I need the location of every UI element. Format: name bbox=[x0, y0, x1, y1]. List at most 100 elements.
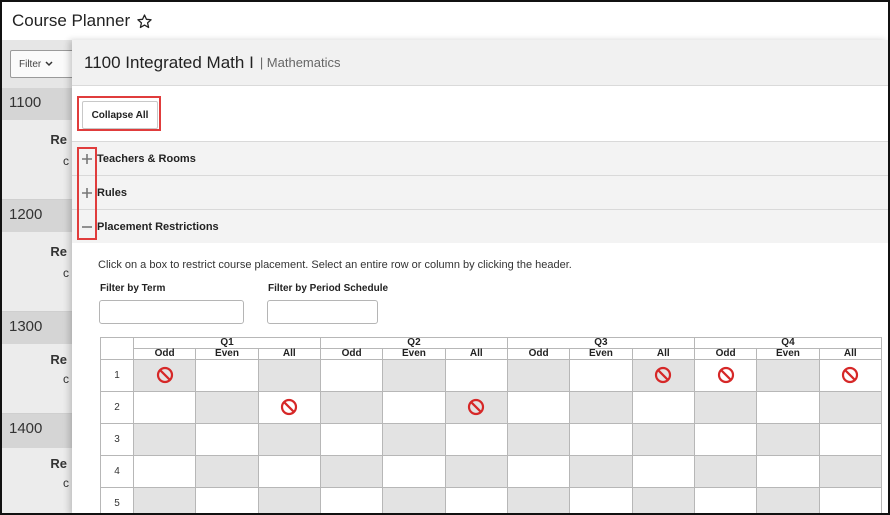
column-header[interactable]: Even bbox=[569, 348, 633, 360]
placement-cell[interactable] bbox=[756, 391, 820, 424]
placement-cell[interactable] bbox=[195, 391, 259, 424]
placement-cell[interactable] bbox=[444, 455, 508, 488]
placement-cell[interactable] bbox=[319, 359, 384, 392]
placement-cell[interactable] bbox=[756, 423, 820, 456]
placement-cell[interactable] bbox=[257, 359, 321, 392]
placement-cell[interactable] bbox=[195, 423, 259, 456]
column-header[interactable]: Odd bbox=[693, 348, 758, 360]
placement-cell[interactable] bbox=[693, 391, 758, 424]
column-header[interactable]: Even bbox=[756, 348, 820, 360]
placement-cell[interactable] bbox=[132, 455, 197, 488]
column-header[interactable]: All bbox=[631, 348, 695, 360]
grid-row: 2 bbox=[100, 391, 883, 424]
course-filter-dropdown[interactable]: Filter bbox=[10, 50, 72, 78]
term-header[interactable]: Q3 bbox=[506, 337, 695, 349]
placement-cell[interactable] bbox=[319, 455, 384, 488]
placement-cell[interactable] bbox=[132, 423, 197, 456]
placement-cell[interactable] bbox=[818, 359, 883, 392]
placement-cell[interactable] bbox=[444, 487, 508, 513]
placement-cell[interactable] bbox=[756, 359, 820, 392]
placement-cell[interactable] bbox=[382, 423, 446, 456]
placement-cell[interactable] bbox=[631, 455, 695, 488]
section-teachers-rooms[interactable]: Teachers & Rooms bbox=[72, 141, 888, 175]
app-header: Course Planner bbox=[2, 2, 888, 40]
column-header[interactable]: Even bbox=[382, 348, 446, 360]
column-header[interactable]: Odd bbox=[506, 348, 571, 360]
term-header[interactable]: Q2 bbox=[319, 337, 508, 349]
row-header[interactable]: 5 bbox=[100, 487, 134, 513]
row-header[interactable]: 2 bbox=[100, 391, 134, 424]
course-list-item[interactable]: 1200 bbox=[2, 200, 72, 232]
grid-body: 12345 bbox=[100, 359, 883, 513]
placement-cell[interactable] bbox=[506, 487, 571, 513]
placement-cell[interactable] bbox=[506, 455, 571, 488]
placement-cell[interactable] bbox=[631, 359, 695, 392]
placement-cell[interactable] bbox=[506, 423, 571, 456]
star-icon[interactable] bbox=[136, 13, 153, 30]
section-placement-restrictions[interactable]: Placement Restrictions bbox=[72, 209, 888, 243]
placement-cell[interactable] bbox=[569, 455, 633, 488]
placement-cell[interactable] bbox=[319, 487, 384, 513]
placement-cell[interactable] bbox=[382, 455, 446, 488]
column-header[interactable]: Even bbox=[195, 348, 259, 360]
placement-cell[interactable] bbox=[631, 391, 695, 424]
section-rules[interactable]: Rules bbox=[72, 175, 888, 209]
term-header[interactable]: Q1 bbox=[133, 337, 321, 349]
placement-cell[interactable] bbox=[132, 359, 197, 392]
column-header[interactable]: All bbox=[444, 348, 508, 360]
course-list-panel: Filter 1100 Re c 1200 Re c 1300 Re c 140… bbox=[2, 40, 72, 513]
placement-cell[interactable] bbox=[444, 391, 508, 424]
placement-cell[interactable] bbox=[195, 487, 259, 513]
placement-cell[interactable] bbox=[257, 487, 321, 513]
filter-term-input[interactable] bbox=[99, 300, 244, 324]
placement-cell[interactable] bbox=[257, 423, 321, 456]
placement-cell[interactable] bbox=[693, 423, 758, 456]
placement-cell[interactable] bbox=[818, 487, 883, 513]
placement-grid: Q1 Q2 Q3 Q4 Odd Even All Odd Even All Od… bbox=[100, 337, 883, 513]
placement-cell[interactable] bbox=[569, 487, 633, 513]
placement-cell[interactable] bbox=[631, 487, 695, 513]
placement-cell[interactable] bbox=[257, 455, 321, 488]
column-header[interactable]: Odd bbox=[132, 348, 197, 360]
placement-cell[interactable] bbox=[506, 359, 571, 392]
row-header[interactable]: 3 bbox=[100, 423, 134, 456]
placement-cell[interactable] bbox=[818, 423, 883, 456]
app-title: Course Planner bbox=[12, 11, 131, 30]
placement-cell[interactable] bbox=[756, 487, 820, 513]
placement-cell[interactable] bbox=[506, 391, 571, 424]
placement-cell[interactable] bbox=[818, 455, 883, 488]
placement-cell[interactable] bbox=[693, 487, 758, 513]
course-header: 1100 Integrated Math I | Mathematics bbox=[72, 40, 888, 86]
row-header[interactable]: 4 bbox=[100, 455, 134, 488]
placement-cell[interactable] bbox=[569, 423, 633, 456]
term-header[interactable]: Q4 bbox=[693, 337, 883, 349]
placement-cell[interactable] bbox=[382, 359, 446, 392]
placement-cell[interactable] bbox=[382, 391, 446, 424]
placement-cell[interactable] bbox=[319, 391, 384, 424]
placement-cell[interactable] bbox=[444, 359, 508, 392]
row-header[interactable]: 1 bbox=[100, 359, 134, 392]
placement-cell[interactable] bbox=[319, 423, 384, 456]
placement-cell[interactable] bbox=[195, 455, 259, 488]
placement-cell[interactable] bbox=[693, 359, 758, 392]
course-list-item[interactable]: 1300 bbox=[2, 312, 72, 344]
placement-cell[interactable] bbox=[195, 359, 259, 392]
placement-cell[interactable] bbox=[132, 487, 197, 513]
grid-row: 3 bbox=[100, 423, 883, 456]
placement-cell[interactable] bbox=[382, 487, 446, 513]
column-header[interactable]: All bbox=[818, 348, 883, 360]
column-header[interactable]: All bbox=[257, 348, 321, 360]
placement-cell[interactable] bbox=[132, 391, 197, 424]
placement-cell[interactable] bbox=[257, 391, 321, 424]
filter-period-input[interactable] bbox=[267, 300, 378, 324]
placement-cell[interactable] bbox=[569, 391, 633, 424]
course-list-item[interactable]: 1400 bbox=[2, 414, 72, 448]
course-list-item[interactable]: 1100 bbox=[2, 88, 72, 120]
placement-cell[interactable] bbox=[631, 423, 695, 456]
placement-cell[interactable] bbox=[444, 423, 508, 456]
placement-cell[interactable] bbox=[569, 359, 633, 392]
placement-cell[interactable] bbox=[756, 455, 820, 488]
column-header[interactable]: Odd bbox=[319, 348, 384, 360]
placement-cell[interactable] bbox=[693, 455, 758, 488]
placement-cell[interactable] bbox=[818, 391, 883, 424]
